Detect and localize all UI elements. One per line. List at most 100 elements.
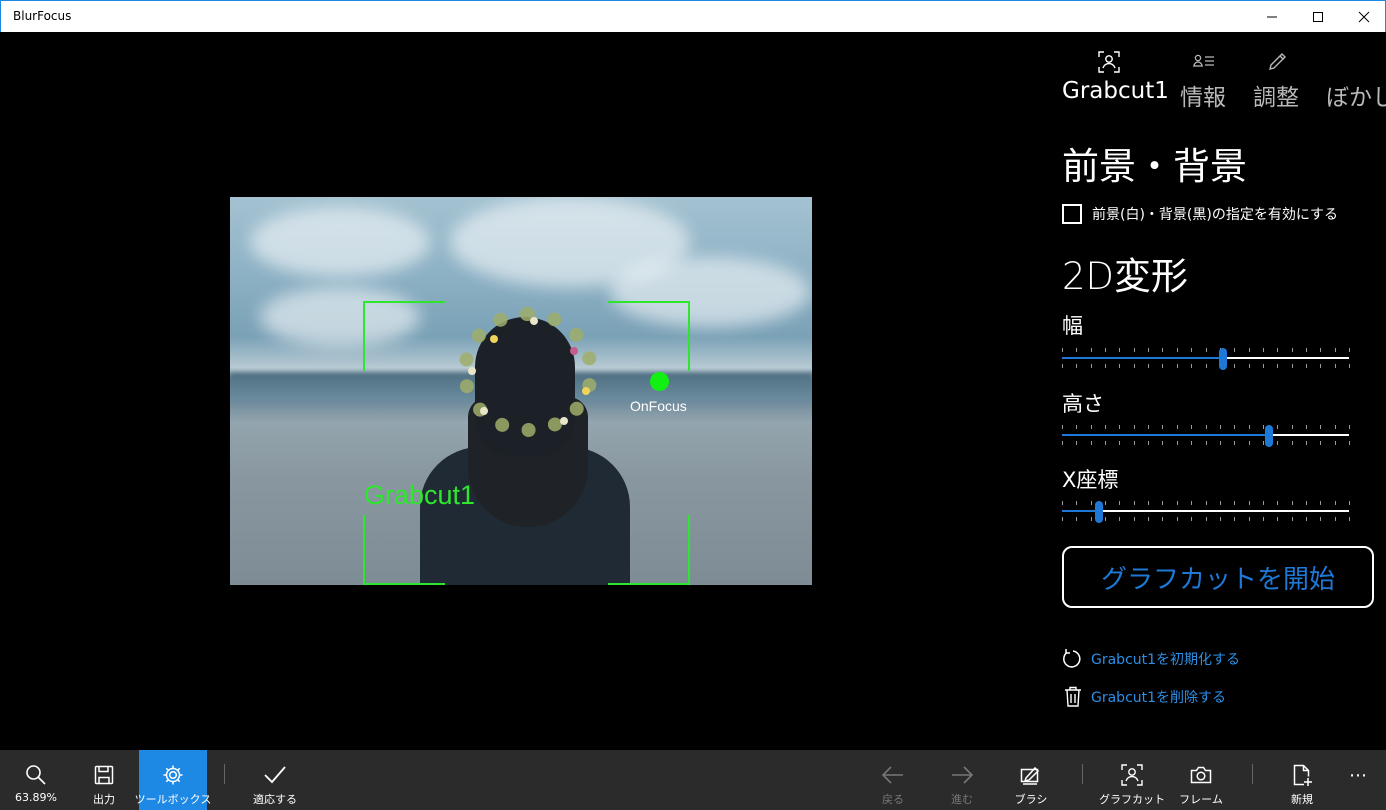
refresh-icon	[1063, 649, 1081, 668]
export-button[interactable]: 出力	[70, 750, 138, 810]
slider-tick	[1277, 364, 1278, 368]
slider-tick	[1191, 348, 1192, 352]
section-heading-transform: 2D変形	[1062, 255, 1189, 298]
slider-tick	[1277, 441, 1278, 445]
slider-tick	[1119, 517, 1120, 521]
start-graphcut-button[interactable]: グラフカットを開始	[1062, 546, 1374, 608]
slider-tick	[1091, 348, 1092, 352]
slider-tick	[1263, 517, 1264, 521]
checkbox-box[interactable]	[1062, 204, 1082, 224]
brush-button[interactable]: ブラシ	[997, 750, 1065, 810]
image-canvas[interactable]: Grabcut1 OnFocus	[0, 32, 1042, 750]
window-title: BlurFocus	[13, 9, 72, 23]
slider-tick	[1062, 348, 1063, 352]
selection-corner-br[interactable]	[608, 515, 690, 585]
slider-tick	[1177, 517, 1178, 521]
selection-corner-bl[interactable]	[363, 515, 445, 585]
apply-button[interactable]: 適応する	[241, 750, 309, 810]
camera-icon	[1190, 766, 1212, 784]
tab-grabcut1[interactable]: Grabcut1	[1062, 46, 1169, 104]
slider-tick	[1177, 348, 1178, 352]
slider-fill	[1062, 510, 1100, 512]
slider-tick	[1206, 348, 1207, 352]
slider-tick	[1148, 425, 1149, 429]
slider-tick	[1076, 348, 1077, 352]
slider-fill	[1062, 357, 1223, 359]
slider-thumb[interactable]	[1264, 425, 1273, 447]
slider-track[interactable]	[1062, 510, 1349, 512]
slider-tick	[1306, 501, 1307, 505]
slider-tick	[1148, 348, 1149, 352]
slider-tick	[1249, 425, 1250, 429]
slider-tick	[1148, 501, 1149, 505]
slider-tick	[1062, 441, 1063, 445]
photo[interactable]	[230, 197, 812, 585]
reset-grabcut-link[interactable]: Grabcut1を初期化する	[1062, 648, 1240, 670]
slider-tick	[1134, 348, 1135, 352]
slider-tick	[1134, 517, 1135, 521]
slider-tick	[1335, 441, 1336, 445]
section-heading-fg-bg: 前景・背景	[1062, 145, 1247, 188]
slider-tick	[1249, 501, 1250, 505]
contact-info-icon	[1193, 54, 1214, 67]
slider-tick	[1105, 425, 1106, 429]
slider-tick	[1277, 517, 1278, 521]
slider-tick	[1320, 517, 1321, 521]
slider-tick	[1119, 348, 1120, 352]
slider-tick	[1091, 441, 1092, 445]
slider-thumb[interactable]	[1095, 501, 1104, 523]
slider-tick	[1335, 501, 1336, 505]
height-slider[interactable]	[1062, 425, 1350, 447]
delete-grabcut-link[interactable]: Grabcut1を削除する	[1062, 686, 1226, 708]
tab-info[interactable]: 情報	[1180, 46, 1228, 112]
toolbox-button[interactable]: ツールボックス	[135, 750, 211, 810]
slider-tick	[1320, 425, 1321, 429]
slider-tick	[1349, 348, 1350, 352]
selection-corner-tr[interactable]	[608, 301, 690, 371]
more-button[interactable]: ⋯	[1330, 750, 1386, 810]
slider-tick	[1277, 348, 1278, 352]
separator	[224, 764, 225, 784]
slider-tick	[1249, 348, 1250, 352]
minimize-icon	[1267, 16, 1277, 18]
tab-adjust[interactable]: 調整	[1253, 46, 1301, 112]
slider-tick	[1292, 441, 1293, 445]
tab-blur[interactable]: ぼかし	[1326, 46, 1386, 112]
slider-thumb[interactable]	[1218, 348, 1227, 370]
separator	[1252, 764, 1253, 784]
checkbox-label: 前景(白)・背景(黒)の指定を有効にする	[1092, 207, 1338, 223]
forward-button[interactable]: 進む	[928, 750, 996, 810]
width-slider[interactable]	[1062, 348, 1350, 370]
slider-tick	[1320, 364, 1321, 368]
slider-tick	[1162, 441, 1163, 445]
slider-tick	[1162, 517, 1163, 521]
x-position-slider[interactable]	[1062, 501, 1350, 523]
slider-tick	[1306, 425, 1307, 429]
slider-tick	[1263, 364, 1264, 368]
close-button[interactable]	[1341, 1, 1386, 33]
slider-tick	[1177, 364, 1178, 368]
graphcut-button[interactable]: グラフカット	[1098, 750, 1166, 810]
slider-tick	[1119, 501, 1120, 505]
new-button[interactable]: 新規	[1268, 750, 1336, 810]
selection-corner-tl[interactable]	[363, 301, 445, 371]
slider-tick	[1091, 364, 1092, 368]
slider-tick	[1234, 364, 1235, 368]
frame-button[interactable]: フレーム	[1167, 750, 1235, 810]
zoom-button[interactable]: 63.89%	[2, 750, 70, 810]
slider-tick	[1234, 348, 1235, 352]
slider-tick	[1105, 348, 1106, 352]
minimize-button[interactable]	[1249, 1, 1295, 33]
slider-tick	[1119, 425, 1120, 429]
fg-bg-checkbox[interactable]: 前景(白)・背景(黒)の指定を有効にする	[1062, 204, 1338, 224]
slider-tick	[1249, 364, 1250, 368]
maximize-icon	[1313, 12, 1323, 22]
slider-tick	[1263, 441, 1264, 445]
slider-tick	[1148, 364, 1149, 368]
maximize-button[interactable]	[1295, 1, 1341, 33]
slider-tick	[1349, 517, 1350, 521]
slider-tick	[1091, 517, 1092, 521]
focus-point-handle[interactable]	[650, 372, 669, 391]
slider-tick	[1076, 501, 1077, 505]
back-button[interactable]: 戻る	[859, 750, 927, 810]
